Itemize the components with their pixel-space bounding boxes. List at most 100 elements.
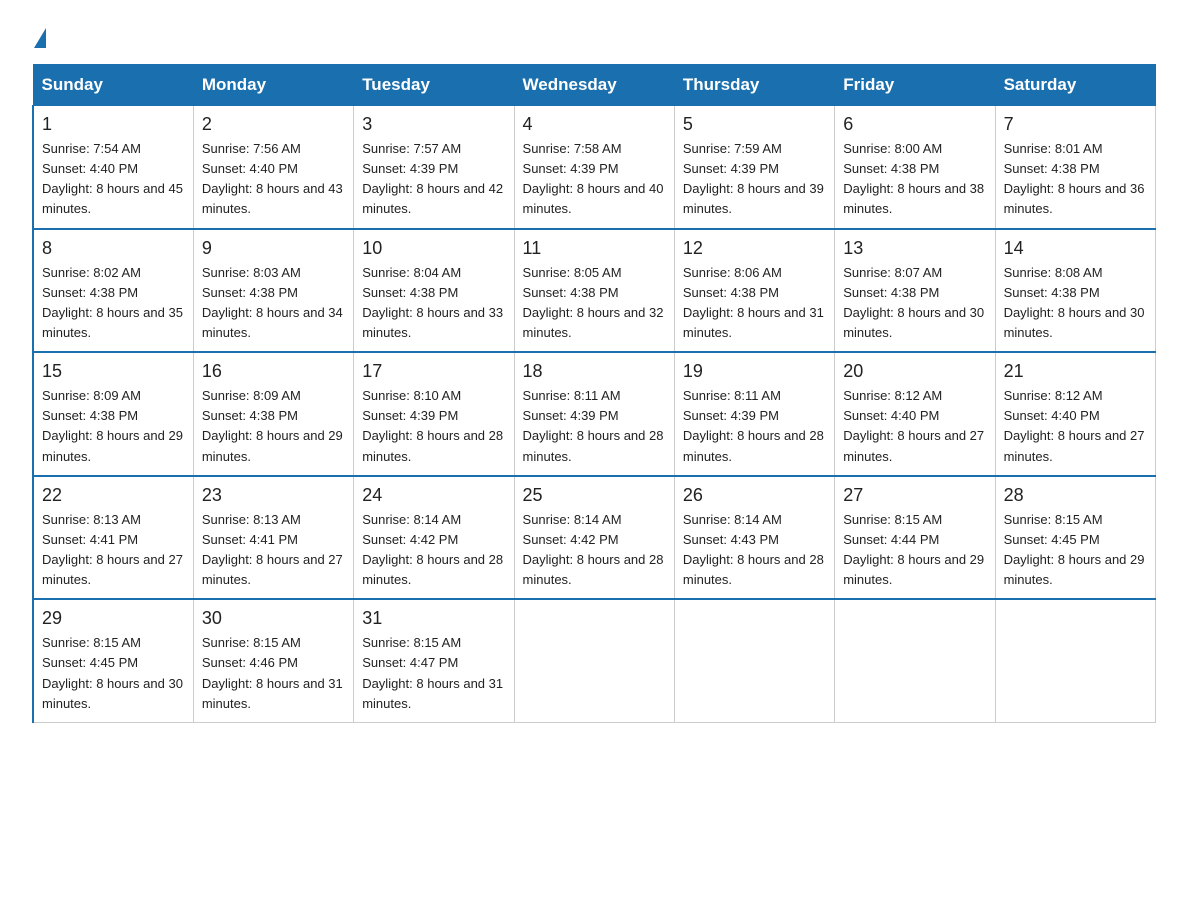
day-number: 21 [1004, 361, 1147, 382]
calendar-week-row: 1 Sunrise: 7:54 AMSunset: 4:40 PMDayligh… [33, 106, 1156, 229]
day-number: 29 [42, 608, 185, 629]
day-info: Sunrise: 8:09 AMSunset: 4:38 PMDaylight:… [202, 386, 345, 467]
logo-triangle-icon [34, 28, 46, 48]
day-info: Sunrise: 7:57 AMSunset: 4:39 PMDaylight:… [362, 139, 505, 220]
day-number: 12 [683, 238, 826, 259]
calendar-cell: 13 Sunrise: 8:07 AMSunset: 4:38 PMDaylig… [835, 229, 995, 353]
day-number: 30 [202, 608, 345, 629]
calendar-cell [835, 599, 995, 722]
calendar-cell [995, 599, 1155, 722]
day-info: Sunrise: 8:14 AMSunset: 4:42 PMDaylight:… [523, 510, 666, 591]
weekday-header-saturday: Saturday [995, 65, 1155, 106]
day-info: Sunrise: 8:01 AMSunset: 4:38 PMDaylight:… [1004, 139, 1147, 220]
day-number: 26 [683, 485, 826, 506]
calendar-cell: 31 Sunrise: 8:15 AMSunset: 4:47 PMDaylig… [354, 599, 514, 722]
day-info: Sunrise: 8:06 AMSunset: 4:38 PMDaylight:… [683, 263, 826, 344]
day-info: Sunrise: 8:15 AMSunset: 4:45 PMDaylight:… [42, 633, 185, 714]
day-number: 22 [42, 485, 185, 506]
day-number: 15 [42, 361, 185, 382]
calendar-cell [514, 599, 674, 722]
day-info: Sunrise: 8:15 AMSunset: 4:46 PMDaylight:… [202, 633, 345, 714]
calendar-cell: 9 Sunrise: 8:03 AMSunset: 4:38 PMDayligh… [193, 229, 353, 353]
day-number: 8 [42, 238, 185, 259]
calendar-cell: 27 Sunrise: 8:15 AMSunset: 4:44 PMDaylig… [835, 476, 995, 600]
day-number: 6 [843, 114, 986, 135]
day-info: Sunrise: 8:14 AMSunset: 4:43 PMDaylight:… [683, 510, 826, 591]
calendar-cell: 25 Sunrise: 8:14 AMSunset: 4:42 PMDaylig… [514, 476, 674, 600]
day-info: Sunrise: 7:59 AMSunset: 4:39 PMDaylight:… [683, 139, 826, 220]
day-info: Sunrise: 8:05 AMSunset: 4:38 PMDaylight:… [523, 263, 666, 344]
calendar-cell: 3 Sunrise: 7:57 AMSunset: 4:39 PMDayligh… [354, 106, 514, 229]
day-number: 2 [202, 114, 345, 135]
calendar-cell: 20 Sunrise: 8:12 AMSunset: 4:40 PMDaylig… [835, 352, 995, 476]
day-info: Sunrise: 7:56 AMSunset: 4:40 PMDaylight:… [202, 139, 345, 220]
calendar-cell: 28 Sunrise: 8:15 AMSunset: 4:45 PMDaylig… [995, 476, 1155, 600]
day-info: Sunrise: 8:14 AMSunset: 4:42 PMDaylight:… [362, 510, 505, 591]
day-info: Sunrise: 8:15 AMSunset: 4:44 PMDaylight:… [843, 510, 986, 591]
calendar-cell: 5 Sunrise: 7:59 AMSunset: 4:39 PMDayligh… [674, 106, 834, 229]
weekday-header-thursday: Thursday [674, 65, 834, 106]
day-number: 11 [523, 238, 666, 259]
day-info: Sunrise: 8:08 AMSunset: 4:38 PMDaylight:… [1004, 263, 1147, 344]
day-number: 5 [683, 114, 826, 135]
logo [32, 24, 46, 46]
calendar-cell: 4 Sunrise: 7:58 AMSunset: 4:39 PMDayligh… [514, 106, 674, 229]
day-number: 13 [843, 238, 986, 259]
day-info: Sunrise: 8:11 AMSunset: 4:39 PMDaylight:… [523, 386, 666, 467]
day-info: Sunrise: 8:12 AMSunset: 4:40 PMDaylight:… [1004, 386, 1147, 467]
calendar-week-row: 15 Sunrise: 8:09 AMSunset: 4:38 PMDaylig… [33, 352, 1156, 476]
day-info: Sunrise: 8:15 AMSunset: 4:47 PMDaylight:… [362, 633, 505, 714]
calendar-week-row: 22 Sunrise: 8:13 AMSunset: 4:41 PMDaylig… [33, 476, 1156, 600]
day-number: 19 [683, 361, 826, 382]
calendar-cell: 30 Sunrise: 8:15 AMSunset: 4:46 PMDaylig… [193, 599, 353, 722]
calendar-cell: 2 Sunrise: 7:56 AMSunset: 4:40 PMDayligh… [193, 106, 353, 229]
page-header [32, 24, 1156, 46]
calendar-cell: 15 Sunrise: 8:09 AMSunset: 4:38 PMDaylig… [33, 352, 193, 476]
day-number: 23 [202, 485, 345, 506]
day-number: 20 [843, 361, 986, 382]
day-number: 24 [362, 485, 505, 506]
day-number: 9 [202, 238, 345, 259]
calendar-cell: 8 Sunrise: 8:02 AMSunset: 4:38 PMDayligh… [33, 229, 193, 353]
calendar-week-row: 8 Sunrise: 8:02 AMSunset: 4:38 PMDayligh… [33, 229, 1156, 353]
day-info: Sunrise: 8:12 AMSunset: 4:40 PMDaylight:… [843, 386, 986, 467]
day-number: 31 [362, 608, 505, 629]
weekday-header-row: SundayMondayTuesdayWednesdayThursdayFrid… [33, 65, 1156, 106]
calendar-cell: 19 Sunrise: 8:11 AMSunset: 4:39 PMDaylig… [674, 352, 834, 476]
calendar-cell: 6 Sunrise: 8:00 AMSunset: 4:38 PMDayligh… [835, 106, 995, 229]
day-info: Sunrise: 8:10 AMSunset: 4:39 PMDaylight:… [362, 386, 505, 467]
calendar-cell: 14 Sunrise: 8:08 AMSunset: 4:38 PMDaylig… [995, 229, 1155, 353]
day-number: 3 [362, 114, 505, 135]
day-info: Sunrise: 8:02 AMSunset: 4:38 PMDaylight:… [42, 263, 185, 344]
calendar-cell: 22 Sunrise: 8:13 AMSunset: 4:41 PMDaylig… [33, 476, 193, 600]
day-number: 28 [1004, 485, 1147, 506]
calendar-cell [674, 599, 834, 722]
day-info: Sunrise: 8:15 AMSunset: 4:45 PMDaylight:… [1004, 510, 1147, 591]
day-number: 18 [523, 361, 666, 382]
day-info: Sunrise: 8:00 AMSunset: 4:38 PMDaylight:… [843, 139, 986, 220]
calendar-cell: 1 Sunrise: 7:54 AMSunset: 4:40 PMDayligh… [33, 106, 193, 229]
day-info: Sunrise: 8:03 AMSunset: 4:38 PMDaylight:… [202, 263, 345, 344]
weekday-header-monday: Monday [193, 65, 353, 106]
calendar-table: SundayMondayTuesdayWednesdayThursdayFrid… [32, 64, 1156, 723]
calendar-cell: 11 Sunrise: 8:05 AMSunset: 4:38 PMDaylig… [514, 229, 674, 353]
day-info: Sunrise: 8:09 AMSunset: 4:38 PMDaylight:… [42, 386, 185, 467]
day-info: Sunrise: 8:11 AMSunset: 4:39 PMDaylight:… [683, 386, 826, 467]
calendar-cell: 18 Sunrise: 8:11 AMSunset: 4:39 PMDaylig… [514, 352, 674, 476]
day-info: Sunrise: 7:58 AMSunset: 4:39 PMDaylight:… [523, 139, 666, 220]
calendar-cell: 7 Sunrise: 8:01 AMSunset: 4:38 PMDayligh… [995, 106, 1155, 229]
day-number: 16 [202, 361, 345, 382]
weekday-header-tuesday: Tuesday [354, 65, 514, 106]
day-info: Sunrise: 8:13 AMSunset: 4:41 PMDaylight:… [42, 510, 185, 591]
day-number: 4 [523, 114, 666, 135]
day-number: 17 [362, 361, 505, 382]
day-number: 10 [362, 238, 505, 259]
calendar-cell: 17 Sunrise: 8:10 AMSunset: 4:39 PMDaylig… [354, 352, 514, 476]
weekday-header-wednesday: Wednesday [514, 65, 674, 106]
weekday-header-friday: Friday [835, 65, 995, 106]
calendar-cell: 21 Sunrise: 8:12 AMSunset: 4:40 PMDaylig… [995, 352, 1155, 476]
day-info: Sunrise: 8:13 AMSunset: 4:41 PMDaylight:… [202, 510, 345, 591]
day-info: Sunrise: 8:04 AMSunset: 4:38 PMDaylight:… [362, 263, 505, 344]
weekday-header-sunday: Sunday [33, 65, 193, 106]
day-number: 27 [843, 485, 986, 506]
